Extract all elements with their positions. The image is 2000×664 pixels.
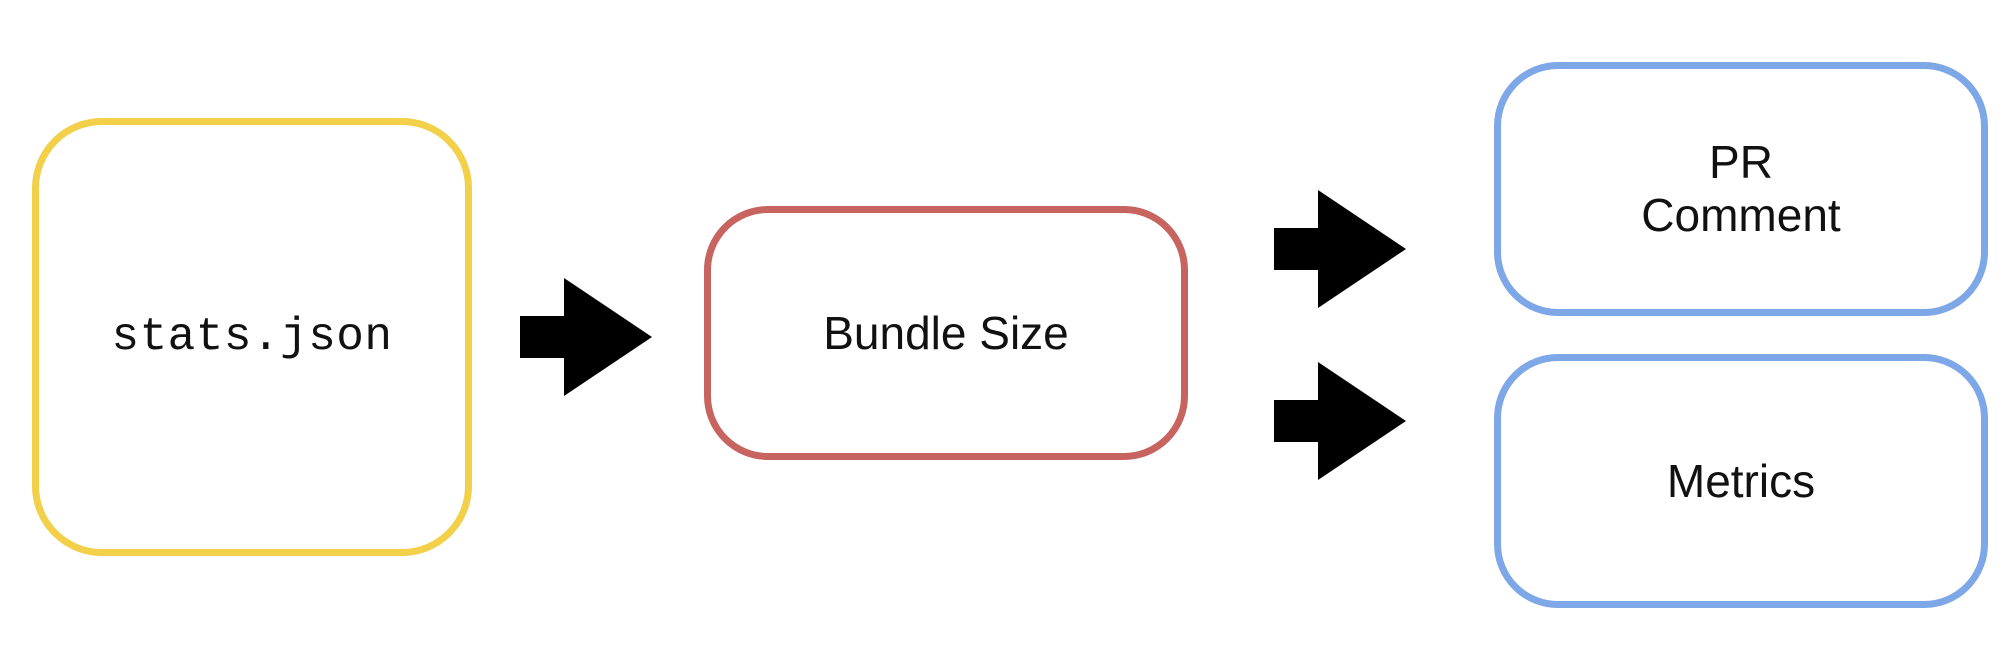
right-arrow-icon xyxy=(520,278,652,396)
metrics-node: Metrics xyxy=(1494,354,1988,608)
pr-comment-label: PR Comment xyxy=(1641,136,1841,241)
pr-comment-node: PR Comment xyxy=(1494,62,1988,316)
right-arrow-icon xyxy=(1274,190,1406,308)
metrics-label: Metrics xyxy=(1666,454,1816,507)
bundle-size-label: Bundle Size xyxy=(823,306,1069,359)
stats-json-node: stats.json xyxy=(32,118,472,556)
right-arrow-icon xyxy=(1274,362,1406,480)
stats-json-label: stats.json xyxy=(111,310,393,363)
bundle-size-node: Bundle Size xyxy=(704,206,1188,460)
